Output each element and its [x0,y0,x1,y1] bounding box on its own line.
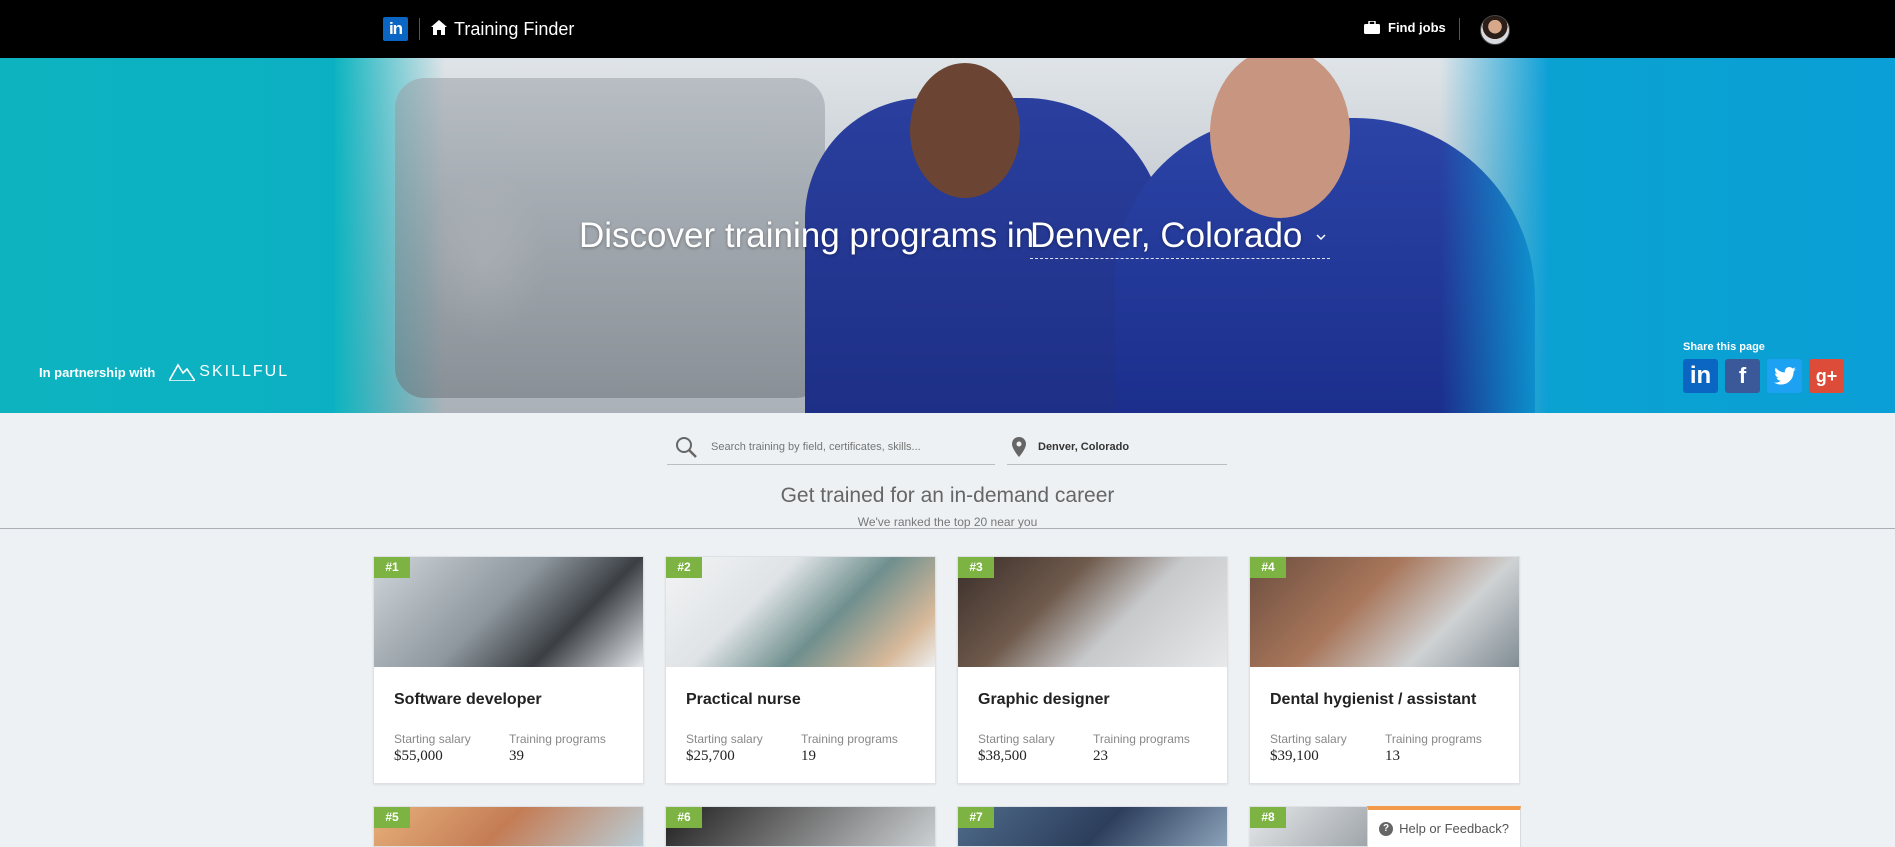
help-feedback-label: Help or Feedback? [1399,821,1509,836]
career-card[interactable]: #4 Dental hygienist / assistant Starting… [1249,556,1520,784]
stat-label: Training programs [801,732,898,746]
career-title: Graphic designer [978,691,1110,708]
career-title: Practical nurse [686,691,801,708]
partnership: In partnership with SKILLFUL [39,363,289,381]
stat-label: Training programs [509,732,606,746]
rank-badge: #3 [958,557,994,578]
skillful-logo[interactable]: SKILLFUL [169,363,289,381]
training-programs: Training programs 19 [801,732,898,765]
stat-label: Starting salary [1270,732,1347,746]
career-title: Software developer [394,691,542,708]
rank-badge: #2 [666,557,702,578]
home-icon[interactable] [430,19,448,37]
skillful-mountain-icon [169,363,196,381]
stat-value: 13 [1385,748,1400,764]
share-panel: Share this page in f g+ [1683,341,1844,393]
section-divider [0,528,1895,529]
stat-label: Training programs [1093,732,1190,746]
career-card-image [958,557,1227,667]
rank-badge: #6 [666,807,702,828]
skillful-name: SKILLFUL [199,363,290,380]
career-card[interactable]: #7 [957,806,1228,847]
linkedin-logo[interactable]: in [383,17,408,41]
rank-badge: #7 [958,807,994,828]
chevron-down-icon [1316,234,1326,241]
training-programs: Training programs 39 [509,732,606,765]
search-icon [676,436,697,458]
share-twitter-icon[interactable] [1767,359,1802,393]
search-bar [667,429,995,465]
stat-value: $25,700 [686,748,735,764]
twitter-bird-icon [1773,367,1796,385]
career-title: Dental hygienist / assistant [1270,691,1477,708]
stat-value: $55,000 [394,748,443,764]
hero-heading: Discover training programs in [579,216,1035,255]
career-card[interactable]: #5 [373,806,644,847]
stat-value: 19 [801,748,816,764]
rank-badge: #8 [1250,807,1286,828]
training-programs: Training programs 13 [1385,732,1482,765]
question-icon: ? [1379,821,1394,836]
hero-location-label: Denver, Colorado [1030,216,1303,255]
stat-value: $39,100 [1270,748,1319,764]
location-pin-icon [1012,436,1026,457]
starting-salary: Starting salary $38,500 [978,732,1055,765]
stat-label: Starting salary [978,732,1055,746]
starting-salary: Starting salary $55,000 [394,732,471,765]
find-jobs-link[interactable]: Find jobs [1364,20,1446,35]
rank-badge: #1 [374,557,410,578]
hero-photo-worker-head [910,63,1020,198]
avatar[interactable] [1480,15,1510,45]
career-card-image [1250,557,1519,667]
career-card[interactable]: #2 Practical nurse Starting salary $25,7… [665,556,936,784]
section-title: Get trained for an in-demand career [780,484,1115,507]
stat-label: Starting salary [686,732,763,746]
starting-salary: Starting salary $39,100 [1270,732,1347,765]
top-navbar: in Training Finder Find jobs [0,0,1895,58]
career-card-image [666,807,935,846]
share-googleplus-icon[interactable]: g+ [1809,359,1844,393]
career-card-image [666,557,935,667]
app-title[interactable]: Training Finder [454,18,574,40]
nav-divider [1459,18,1460,40]
starting-salary: Starting salary $25,700 [686,732,763,765]
briefcase-icon [1364,21,1380,34]
career-card[interactable]: #6 [665,806,936,847]
help-feedback-button[interactable]: ? Help or Feedback? [1367,806,1521,847]
stat-label: Starting salary [394,732,471,746]
career-card[interactable]: #1 Software developer Starting salary $5… [373,556,644,784]
career-card-image [374,807,643,846]
stat-value: 39 [509,748,524,764]
share-label: Share this page [1683,341,1765,353]
stat-value: 23 [1093,748,1108,764]
search-input[interactable] [711,440,981,453]
rank-badge: #5 [374,807,410,828]
location-search [1007,429,1227,465]
share-linkedin-icon[interactable]: in [1683,359,1718,393]
hero-location-dropdown[interactable]: Denver, Colorado [1030,214,1331,259]
stat-label: Training programs [1385,732,1482,746]
career-card[interactable]: #3 Graphic designer Starting salary $38,… [957,556,1228,784]
training-programs: Training programs 23 [1093,732,1190,765]
location-input[interactable] [1038,440,1218,453]
find-jobs-label: Find jobs [1388,20,1446,35]
rank-badge: #4 [1250,557,1286,578]
stat-value: $38,500 [978,748,1027,764]
share-facebook-icon[interactable]: f [1725,359,1760,393]
partnership-label: In partnership with [39,364,156,380]
nav-divider [419,18,420,40]
career-card-image [958,807,1227,846]
career-card-image [374,557,643,667]
section-subtitle: We've ranked the top 20 near you [857,515,1038,529]
